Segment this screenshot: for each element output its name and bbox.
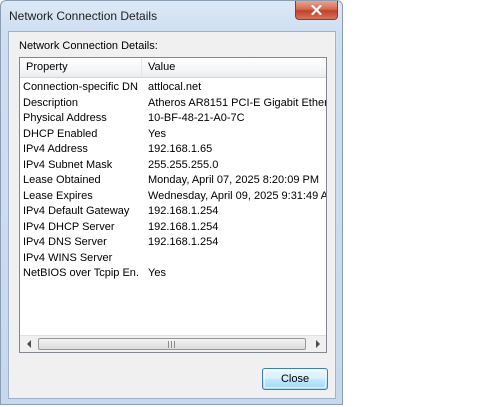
row-value: Yes: [148, 127, 166, 140]
row-property: Lease Expires: [23, 189, 93, 202]
column-header-value[interactable]: Value: [142, 58, 326, 77]
row-property: IPv4 DNS Server: [23, 236, 107, 248]
scroll-thumb[interactable]: [38, 338, 306, 350]
row-value: 192.168.1.254: [148, 205, 219, 217]
list-header: Property Value: [20, 58, 326, 78]
grip-icon: [168, 341, 176, 348]
dialog-window: Network Connection Details Network Conne…: [0, 0, 343, 405]
row-value: attlocal.net: [148, 81, 202, 93]
list-row[interactable]: Description Atheros AR8151 PCI-E Gigabit…: [20, 96, 326, 112]
close-icon: [311, 5, 322, 15]
list-row[interactable]: IPv4 Address 192.168.1.65: [20, 142, 326, 158]
list-row[interactable]: IPv4 Subnet Mask 255.255.255.0: [20, 158, 326, 174]
row-property: Description: [23, 96, 79, 109]
row-property: IPv4 DHCP Server: [23, 220, 115, 233]
list-row[interactable]: IPv4 WINS Server: [20, 251, 326, 267]
row-value: Monday, April 07, 2025 8:20:09 PM: [148, 174, 320, 186]
chevron-right-icon: [315, 335, 321, 352]
row-property: Connection-specific DN...: [23, 81, 138, 93]
row-value: Atheros AR8151 PCI-E Gigabit Ethernet C: [148, 96, 326, 109]
row-property: IPv4 Default Gateway: [23, 205, 130, 217]
row-value: 192.168.1.254: [148, 236, 219, 248]
row-property: DHCP Enabled: [23, 127, 98, 140]
scroll-right-button[interactable]: [310, 337, 325, 351]
titlebar-close-button[interactable]: [295, 1, 338, 20]
list-row[interactable]: IPv4 Default Gateway 192.168.1.254: [20, 204, 326, 220]
row-value: 255.255.255.0: [148, 158, 219, 171]
details-label: Network Connection Details:: [19, 40, 158, 52]
column-header-property[interactable]: Property: [20, 58, 142, 77]
row-property: Lease Obtained: [23, 174, 101, 186]
scroll-left-button[interactable]: [21, 337, 36, 351]
row-value: 192.168.1.254: [148, 220, 219, 233]
window-title: Network Connection Details: [9, 9, 158, 23]
horizontal-scrollbar[interactable]: [20, 335, 326, 352]
list-row[interactable]: Physical Address 10-BF-48-21-A0-7C: [20, 111, 326, 127]
details-list[interactable]: Property Value Connection-specific DN...…: [19, 57, 327, 353]
row-property: IPv4 Subnet Mask: [23, 158, 113, 171]
row-property: Physical Address: [23, 112, 107, 124]
row-value: Yes: [148, 267, 166, 279]
list-row[interactable]: Lease Expires Wednesday, April 09, 2025 …: [20, 189, 326, 205]
row-value: 10-BF-48-21-A0-7C: [148, 112, 245, 124]
row-value: 192.168.1.65: [148, 143, 213, 155]
row-property: NetBIOS over Tcpip En...: [23, 267, 138, 279]
list-row[interactable]: Lease Obtained Monday, April 07, 2025 8:…: [20, 173, 326, 189]
list-row[interactable]: DHCP Enabled Yes: [20, 127, 326, 143]
list-row[interactable]: NetBIOS over Tcpip En... Yes: [20, 266, 326, 282]
list-row[interactable]: IPv4 DHCP Server 192.168.1.254: [20, 220, 326, 236]
dialog-body: Network Connection Details: Property Val…: [8, 31, 336, 399]
close-button-label: Close: [280, 373, 310, 385]
chevron-left-icon: [26, 335, 32, 352]
close-button[interactable]: Close: [262, 368, 328, 390]
row-property: IPv4 WINS Server: [23, 251, 113, 264]
list-body: Connection-specific DN... attlocal.net D…: [20, 80, 326, 282]
list-row[interactable]: IPv4 DNS Server 192.168.1.254: [20, 235, 326, 251]
list-row[interactable]: Connection-specific DN... attlocal.net: [20, 80, 326, 96]
row-property: IPv4 Address: [23, 143, 88, 155]
title-bar[interactable]: Network Connection Details: [1, 1, 342, 31]
row-value: Wednesday, April 09, 2025 9:31:49 AM: [148, 189, 326, 202]
